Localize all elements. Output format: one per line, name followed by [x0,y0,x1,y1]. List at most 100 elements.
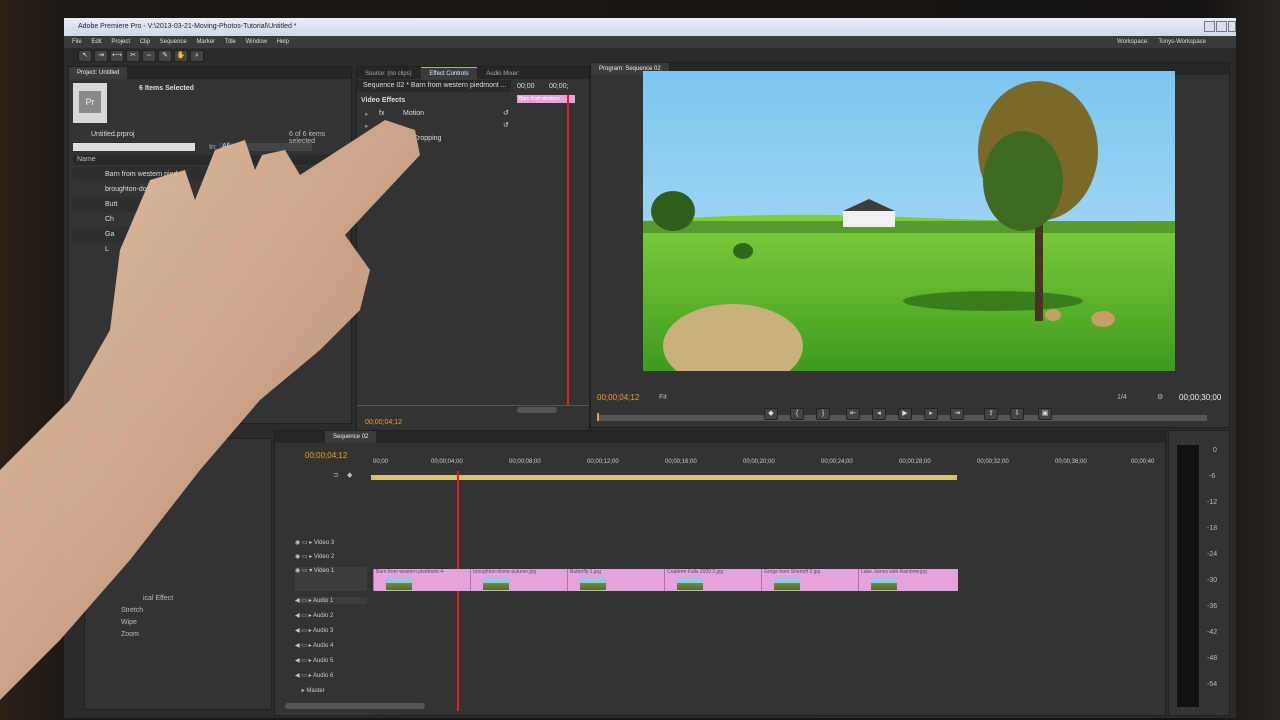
list-item[interactable]: L [73,242,347,257]
timeline-clip[interactable]: Lake James with Rainbow.jpg [858,569,958,591]
timeline-zoom-scroll[interactable] [285,703,425,709]
resolution-dropdown[interactable]: 1/4 [1117,394,1127,401]
export-frame-icon[interactable]: ▣ [1038,408,1052,420]
workspace-value[interactable]: Tonys-Workspace [1158,39,1206,45]
pen-tool-icon[interactable]: ✎ [158,50,172,62]
ec-playhead[interactable] [567,95,569,405]
project-tab[interactable]: Project: Untitled [69,67,128,79]
cropping-effect[interactable]: Cropping [413,135,441,142]
effect-item[interactable]: Zoom [121,631,139,638]
program-duration: 00;00;30;00 [1179,393,1222,402]
snap-icon[interactable]: ⊃ [333,471,339,479]
menu-marker[interactable]: Marker [196,39,215,45]
fit-dropdown[interactable]: Fit [659,394,667,401]
extract-icon[interactable]: ⇩ [1010,408,1024,420]
ec-divider [357,405,589,406]
track-header-audio-1[interactable]: ◀ ▭ ▸ Audio 1 [295,597,367,604]
column-name[interactable]: Name [77,156,96,163]
meter-label: -54 [1207,681,1218,688]
clip-thumbnail [871,577,897,590]
track-header-video-1[interactable]: ◉ ▭ ▾ Video 1 [295,567,367,591]
ruler-label: 00;00;40 [1131,459,1155,465]
track-header-audio-2[interactable]: ◀ ▭ ▸ Audio 2 [295,612,367,619]
razor-tool-icon[interactable]: ✂ [126,50,140,62]
timeline-clip[interactable]: Butterfly-1.jpg [567,569,664,591]
timeline-clip[interactable]: Gorge from Shortoff 2.jpg [761,569,858,591]
workspace-selector[interactable]: Workspace: Tonys-Workspace [1109,36,1206,48]
track-header-audio-4[interactable]: ◀ ▭ ▸ Audio 4 [295,642,367,649]
list-item[interactable]: Ch [73,212,347,227]
timeline-clip[interactable]: Barn from western piedmont 4 [373,569,470,591]
expand-opacity-icon[interactable]: ▸ [365,122,369,130]
timeline-clip[interactable]: Crabtree Falls 2009 2.jpg [664,569,761,591]
timeline-clip[interactable]: broughton-dome-autumn.jpg [470,569,567,591]
list-item[interactable]: Ga [73,227,347,242]
ripple-edit-tool-icon[interactable]: ⟷ [110,50,124,62]
ec-time-start: 00;00 [517,83,535,90]
go-to-in-icon[interactable]: ⇤ [846,408,860,420]
menu-window[interactable]: Window [246,39,267,45]
menu-title[interactable]: Title [225,39,236,45]
add-marker-icon[interactable]: ◆ [764,408,778,420]
source-tab[interactable]: Source: (no clips) [357,68,420,80]
in-dropdown[interactable]: All [219,143,312,151]
track-name: Audio 4 [312,643,334,649]
close-icon[interactable] [1228,21,1236,32]
go-to-out-icon[interactable]: ⇥ [950,408,964,420]
ec-zoom-scroll[interactable] [517,407,557,413]
sequence-tab[interactable]: Sequence 02 [325,431,377,443]
track-name: Audio 6 [312,673,334,679]
track-header-video-3[interactable]: ◉ ▭ ▸ Video 3 [295,539,367,546]
track-header-audio-6[interactable]: ◀ ▭ ▸ Audio 6 [295,672,367,679]
list-item[interactable]: Butt [73,197,347,212]
list-item[interactable]: Barn from western pied [73,167,347,182]
project-search-input[interactable] [73,143,195,151]
slip-tool-icon[interactable]: ⇔ [142,50,156,62]
meter-label: -42 [1207,629,1218,636]
menu-edit[interactable]: Edit [91,39,101,45]
wrench-icon[interactable]: ⚙ [1157,393,1163,401]
motion-effect[interactable]: Motion [403,110,424,117]
project-file: Untitled.prproj [91,131,135,138]
clip-label: Butterfly-1.jpg [570,569,601,575]
menu-clip[interactable]: Clip [140,39,150,45]
zoom-tool-icon[interactable]: ⌕ [190,50,204,62]
minimize-icon[interactable] [1204,21,1215,32]
effect-item[interactable]: Stretch [121,607,143,614]
mark-in-icon[interactable]: { [790,408,804,420]
list-item[interactable]: broughton-dome-autu [73,182,347,197]
time-ruler[interactable]: 00;00 00;00;04;00 00;00;08;00 00;00;12;0… [371,459,1161,473]
track-select-tool-icon[interactable]: ⇥ [94,50,108,62]
set-marker-icon[interactable]: ◆ [347,471,352,479]
reset-opacity-icon[interactable]: ↺ [503,121,509,129]
menu-sequence[interactable]: Sequence [160,39,187,45]
audio-mixer-tab[interactable]: Audio Mixer: [478,68,527,80]
reset-motion-icon[interactable]: ↺ [503,109,509,117]
track-header-master[interactable]: ▸ Master [295,687,367,694]
program-video-frame [643,71,1175,371]
column-frame[interactable]: Fram [335,156,351,163]
effect-item[interactable]: Wipe [121,619,137,626]
track-header-audio-3[interactable]: ◀ ▭ ▸ Audio 3 [295,627,367,634]
fx-badge-icon[interactable]: fx [379,110,384,117]
program-playhead[interactable] [597,413,599,421]
effect-controls-tab[interactable]: Effect Controls [421,67,477,80]
play-icon[interactable]: ▶ [898,408,912,420]
expand-motion-icon[interactable]: ▸ [365,110,369,118]
timeline-playhead[interactable] [457,471,459,711]
lift-icon[interactable]: ⇪ [984,408,998,420]
step-back-icon[interactable]: ◂ [872,408,886,420]
mark-out-icon[interactable]: } [816,408,830,420]
menu-help[interactable]: Help [277,39,289,45]
track-header-video-2[interactable]: ◉ ▭ ▸ Video 2 [295,553,367,560]
hand-tool-icon[interactable]: ✋ [174,50,188,62]
menu-project[interactable]: Project [111,39,130,45]
effect-item[interactable]: ical Effect [143,595,173,602]
selection-tool-icon[interactable]: ↖ [78,50,92,62]
step-forward-icon[interactable]: ▸ [924,408,938,420]
maximize-icon[interactable] [1216,21,1227,32]
menu-file[interactable]: File [72,39,82,45]
clip-label: Barn from western piedmont 4 [376,569,443,575]
track-header-audio-5[interactable]: ◀ ▭ ▸ Audio 5 [295,657,367,664]
meter-label: -12 [1207,499,1218,506]
